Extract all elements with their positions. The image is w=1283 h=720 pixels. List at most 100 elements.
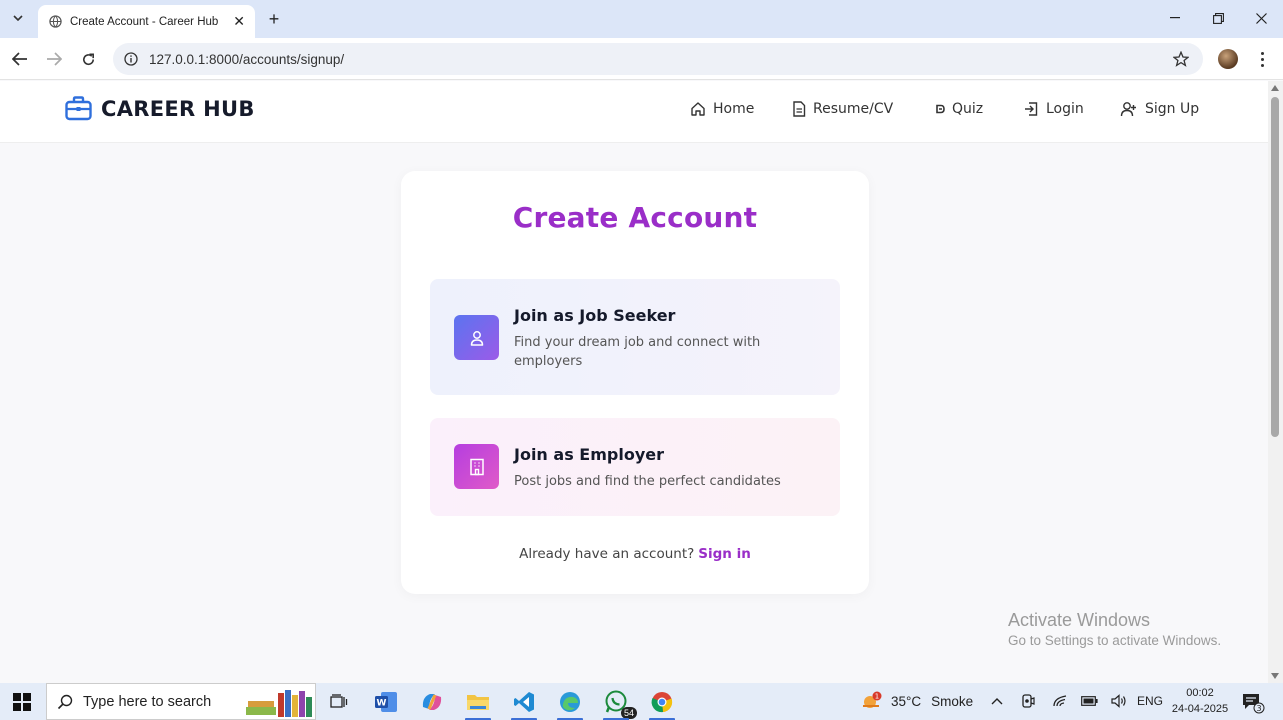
employer-description: Post jobs and find the perfect candidate…: [514, 474, 781, 489]
scroll-up-arrow[interactable]: [1271, 85, 1279, 91]
search-icon: [57, 694, 73, 709]
browser-tab-strip: Create Account - Career Hub ✕ +: [0, 0, 1283, 38]
whatsapp-badge: 54: [620, 707, 637, 719]
job-seeker-title: Join as Job Seeker: [514, 306, 676, 325]
copilot-icon: [422, 694, 442, 710]
signin-link[interactable]: Sign in: [698, 546, 751, 562]
weather-condition: Smoke: [931, 693, 974, 709]
taskbar-vscode[interactable]: [509, 687, 539, 720]
taskbar-copilot[interactable]: [417, 687, 447, 717]
notification-icon: 3: [1243, 694, 1265, 714]
network-button[interactable]: [1051, 691, 1069, 711]
show-hidden-icons-button[interactable]: [989, 691, 1005, 711]
site-info-icon[interactable]: [123, 51, 139, 67]
site-header: CAREER HUB Home Resume/CV Quiz Login Sig…: [0, 81, 1268, 143]
chrome-icon: [651, 692, 673, 713]
search-placeholder: Type here to search: [83, 693, 212, 710]
browser-toolbar: 127.0.0.1:8000/accounts/signup/: [0, 38, 1283, 80]
brand-logo[interactable]: CAREER HUB: [65, 96, 255, 121]
url-text[interactable]: 127.0.0.1:8000/accounts/signup/: [149, 52, 1171, 67]
chevron-up-icon: [991, 698, 1003, 705]
system-clock[interactable]: 00:02 24-04-2025: [1170, 685, 1230, 717]
scroll-down-arrow[interactable]: [1271, 673, 1279, 679]
wifi-icon: [1053, 695, 1067, 707]
edge-icon: [560, 692, 580, 712]
nav-signup[interactable]: Sign Up: [1120, 101, 1199, 117]
signin-row: Already have an account? Sign in: [401, 546, 869, 562]
battery-button[interactable]: [1080, 691, 1098, 711]
close-tab-icon[interactable]: ✕: [233, 13, 245, 30]
new-tab-button[interactable]: +: [263, 8, 285, 30]
browser-menu-button[interactable]: [1254, 48, 1270, 70]
arrow-right-icon: [47, 52, 62, 66]
scroll-thumb[interactable]: [1271, 97, 1279, 437]
notification-center-button[interactable]: 3: [1241, 692, 1265, 714]
task-view-button[interactable]: [324, 687, 354, 717]
building-icon: [454, 444, 499, 489]
employer-title: Join as Employer: [514, 445, 664, 464]
windows-start-button[interactable]: [13, 693, 31, 711]
close-window-button[interactable]: [1241, 6, 1281, 30]
nav-home[interactable]: Home: [690, 101, 754, 117]
signup-card: Create Account Join as Job Seeker Find y…: [401, 171, 869, 594]
reload-button[interactable]: [76, 47, 100, 71]
bookmark-star-icon[interactable]: [1171, 51, 1191, 67]
back-button[interactable]: [8, 47, 32, 71]
taskbar-file-explorer[interactable]: [463, 687, 493, 720]
meet-now-button[interactable]: [1020, 691, 1036, 711]
address-bar[interactable]: 127.0.0.1:8000/accounts/signup/: [113, 43, 1203, 75]
user-plus-icon: [1120, 102, 1136, 117]
taskbar-edge[interactable]: [555, 687, 585, 720]
login-icon: [1025, 102, 1038, 116]
taskbar-chrome[interactable]: [647, 687, 677, 720]
nav-quiz[interactable]: Quiz: [935, 101, 983, 117]
nav-resume-label: Resume/CV: [813, 101, 894, 117]
temperature: 35°C: [891, 693, 922, 709]
books-icon: [246, 690, 312, 717]
svg-text:W: W: [377, 699, 387, 709]
nav-quiz-label: Quiz: [952, 101, 984, 117]
close-icon: [1255, 12, 1267, 24]
task-view-icon: [330, 694, 348, 708]
job-seeker-description: Find your dream job and connect with emp…: [514, 335, 761, 369]
nav-login[interactable]: Login: [1023, 101, 1084, 117]
svg-text:3: 3: [1256, 704, 1261, 713]
forward-button[interactable]: [42, 47, 66, 71]
taskbar: Type here to search W 54 1 35°C Smoke EN…: [0, 683, 1283, 720]
nav-login-label: Login: [1046, 101, 1084, 117]
nav-resume[interactable]: Resume/CV: [792, 101, 893, 117]
job-seeker-option[interactable]: Join as Job Seeker Find your dream job a…: [430, 279, 840, 395]
globe-icon: [48, 15, 62, 29]
quiz-icon: [936, 104, 945, 114]
taskbar-whatsapp[interactable]: 54: [601, 687, 637, 720]
page-title: Create Account: [512, 201, 758, 234]
restore-button[interactable]: [1198, 6, 1238, 30]
chevron-down-icon: [13, 15, 23, 21]
brand-name: CAREER HUB: [101, 96, 255, 121]
activate-windows-watermark: Activate Windows Go to Settings to activ…: [1008, 610, 1221, 648]
home-icon: [691, 102, 705, 116]
folder-icon: [467, 695, 489, 710]
employer-option[interactable]: Join as Employer Post jobs and find the …: [430, 418, 840, 516]
taskbar-word[interactable]: W: [371, 687, 401, 717]
minimize-icon: [1170, 17, 1180, 19]
watermark-line2: Go to Settings to activate Windows.: [1008, 633, 1222, 648]
page-scrollbar[interactable]: [1268, 81, 1283, 683]
restore-icon: [1212, 12, 1224, 24]
browser-tab-active[interactable]: Create Account - Career Hub ✕: [38, 5, 255, 38]
minimize-button[interactable]: [1155, 6, 1195, 30]
word-icon: W: [375, 692, 397, 712]
weather-widget[interactable]: 1 35°C Smoke: [861, 691, 973, 711]
profile-avatar[interactable]: [1218, 49, 1238, 69]
weather-alert-icon: 1: [863, 691, 882, 708]
tab-title: Create Account - Career Hub: [70, 15, 219, 28]
clock-date: 24-04-2025: [1171, 703, 1229, 715]
volume-button[interactable]: [1109, 691, 1129, 711]
tab-search-button[interactable]: [6, 7, 30, 29]
arrow-left-icon: [12, 52, 27, 66]
speaker-icon: [1110, 694, 1126, 708]
signin-prompt: Already have an account?: [519, 546, 695, 562]
reload-icon: [82, 53, 94, 65]
nav-signup-label: Sign Up: [1145, 101, 1200, 117]
language-indicator[interactable]: ENG: [1137, 691, 1163, 711]
